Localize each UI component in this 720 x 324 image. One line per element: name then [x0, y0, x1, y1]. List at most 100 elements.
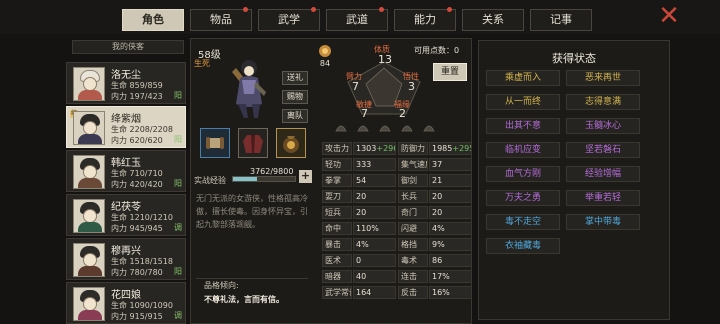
tab-items[interactable]: 物品	[190, 7, 252, 31]
stat-label: 拳掌	[322, 174, 352, 187]
stat-label: 医术	[322, 254, 352, 267]
gift-button[interactable]: 送礼	[282, 71, 308, 85]
status-badge: 阳	[174, 179, 182, 188]
character-description: 无门无派的女游侠，性格孤高冷傲，擅长使毒。因身怀异宝，引起九黎部落觊觎。	[196, 194, 308, 229]
stat-value: 86	[429, 254, 472, 267]
gained-status-item[interactable]: 坚若磐石	[566, 142, 640, 158]
tab-martial-arts[interactable]: 武学	[258, 7, 320, 31]
stat-row: 医术 0 毒术 86	[322, 254, 472, 268]
stat-row: 攻击力1303+296防御力1985+295	[322, 142, 472, 156]
stat-value: 17%	[429, 270, 472, 283]
gained-status-item[interactable]: 乘虚而入	[486, 70, 560, 86]
tab-journal[interactable]: 记事	[530, 9, 592, 31]
stat-row: 武学常识 164 反击 16%	[322, 286, 472, 300]
gained-status-title: 获得状态	[552, 52, 596, 65]
roster-title: 我的侠客	[72, 40, 184, 54]
stat-number: 164	[356, 288, 372, 297]
tab-relations[interactable]: 关系	[462, 9, 524, 31]
stat-label: 暗器	[322, 270, 352, 283]
life-state-label: 生死	[194, 59, 210, 68]
roster-card[interactable]: 穆再兴 生命 1518/1518 内力 780/780 阳	[66, 238, 186, 280]
stat-label: 格挡	[398, 238, 428, 251]
tab-character[interactable]: 角色	[122, 9, 184, 31]
exp-bar-fill	[233, 177, 257, 181]
roster-list: 洛无尘 生命 859/859 内力 197/423 阳 统 绛紫烟 生命 220…	[66, 58, 186, 324]
stat-number: 20	[432, 208, 443, 217]
gained-status-item[interactable]: 从一而终	[486, 94, 560, 110]
roster-card[interactable]: 韩红玉 生命 710/710 内力 420/420 阳	[66, 150, 186, 192]
roster-card[interactable]: 洛无尘 生命 859/859 内力 197/423 阳	[66, 62, 186, 104]
stat-value: 20	[429, 190, 472, 203]
roster-card-selected[interactable]: 统 绛紫烟 生命 2208/2208 内力 620/620 阳	[66, 106, 186, 148]
equip-slot-weapon[interactable]	[200, 128, 230, 158]
notification-dot	[447, 7, 452, 12]
stat-bonus: +296	[376, 144, 395, 153]
stat-number: 0	[356, 256, 362, 265]
stat-number: 37	[432, 160, 443, 169]
roster-card[interactable]: 花四娘 生命 1090/1090 内力 915/915 调	[66, 282, 186, 324]
give-item-button[interactable]: 赐物	[282, 90, 308, 104]
stat-row: 短兵 20 奇门 20	[322, 206, 472, 220]
avatar	[73, 67, 105, 101]
trait-heading: 品格倾向:	[204, 281, 239, 290]
stat-number: 20	[432, 192, 443, 201]
stat-label: 防御力	[398, 142, 428, 155]
gained-status-item[interactable]: 经验增幅	[566, 166, 640, 182]
stat-label: 短兵	[322, 206, 352, 219]
free-points: 可用点数：0	[414, 46, 460, 55]
gained-status-item[interactable]: 志得意满	[566, 94, 640, 110]
stat-number: 20	[356, 192, 367, 201]
trait-value: 不尊礼法，言而有信。	[204, 295, 284, 304]
gained-status-item[interactable]: 毒不走空	[486, 214, 560, 230]
gained-status-item[interactable]: 出其不意	[486, 118, 560, 134]
character-figure	[232, 60, 266, 118]
gained-status-item[interactable]: 恶来再世	[566, 70, 640, 86]
status-badge: 调	[174, 311, 182, 320]
stat-label: 连击	[398, 270, 428, 283]
stat-value: 110%	[353, 222, 396, 235]
status-badge: 阳	[174, 267, 182, 276]
status-badge: 阳	[174, 91, 182, 100]
stat-label: 毒术	[398, 254, 428, 267]
gained-status-item[interactable]: 玉髓冰心	[566, 118, 640, 134]
avatar	[73, 287, 105, 321]
notification-dot	[243, 7, 248, 12]
robe-icon	[243, 135, 263, 153]
stat-value: 21	[429, 174, 472, 187]
tab-ability[interactable]: 能力	[394, 7, 456, 31]
stat-label: 轻功	[322, 158, 352, 171]
exp-label: 实战经验	[194, 176, 226, 185]
stat-label: 暴击	[322, 238, 352, 251]
leave-party-button[interactable]: 离队	[282, 109, 308, 123]
avatar	[73, 155, 105, 189]
stat-value: 0	[353, 254, 396, 267]
gained-status-item[interactable]: 举重若轻	[566, 190, 640, 206]
gained-status-item[interactable]: 掌中带毒	[566, 214, 640, 230]
stat-row: 命中 110% 闪避 4%	[322, 222, 472, 236]
stat-number: 17%	[432, 272, 450, 281]
equip-slot-accessory[interactable]	[276, 128, 306, 158]
stat-value: 9%	[429, 238, 472, 251]
gained-status-item[interactable]: 万夫之勇	[486, 190, 560, 206]
add-exp-button[interactable]: +	[299, 170, 312, 183]
stat-label: 攻击力	[322, 142, 352, 155]
equip-slot-armor[interactable]	[238, 128, 268, 158]
gained-status-item[interactable]: 临机应变	[486, 142, 560, 158]
stat-value: 40	[353, 270, 396, 283]
stat-row: 暴击 4% 格挡 9%	[322, 238, 472, 252]
close-icon[interactable]: ✕	[656, 3, 682, 30]
stat-number: 40	[356, 272, 367, 281]
reset-button[interactable]: 重置	[433, 63, 467, 81]
stat-number: 1985	[432, 144, 453, 153]
avatar	[73, 199, 105, 233]
tab-martial-way[interactable]: 武道	[326, 7, 388, 31]
stat-row: 耍刀 20 长兵 20	[322, 190, 472, 204]
potential-indicator: 84	[318, 44, 332, 68]
roster-card[interactable]: 纪茯苓 生命 1210/1210 内力 945/945 调	[66, 194, 186, 236]
gained-status-item[interactable]: 血气方刚	[486, 166, 560, 182]
gained-status-item[interactable]: 衣袖藏毒	[486, 238, 560, 254]
stat-number: 21	[432, 176, 443, 185]
slot-icon	[335, 125, 435, 132]
stat-label: 奇门	[398, 206, 428, 219]
potential-icon	[319, 45, 331, 57]
